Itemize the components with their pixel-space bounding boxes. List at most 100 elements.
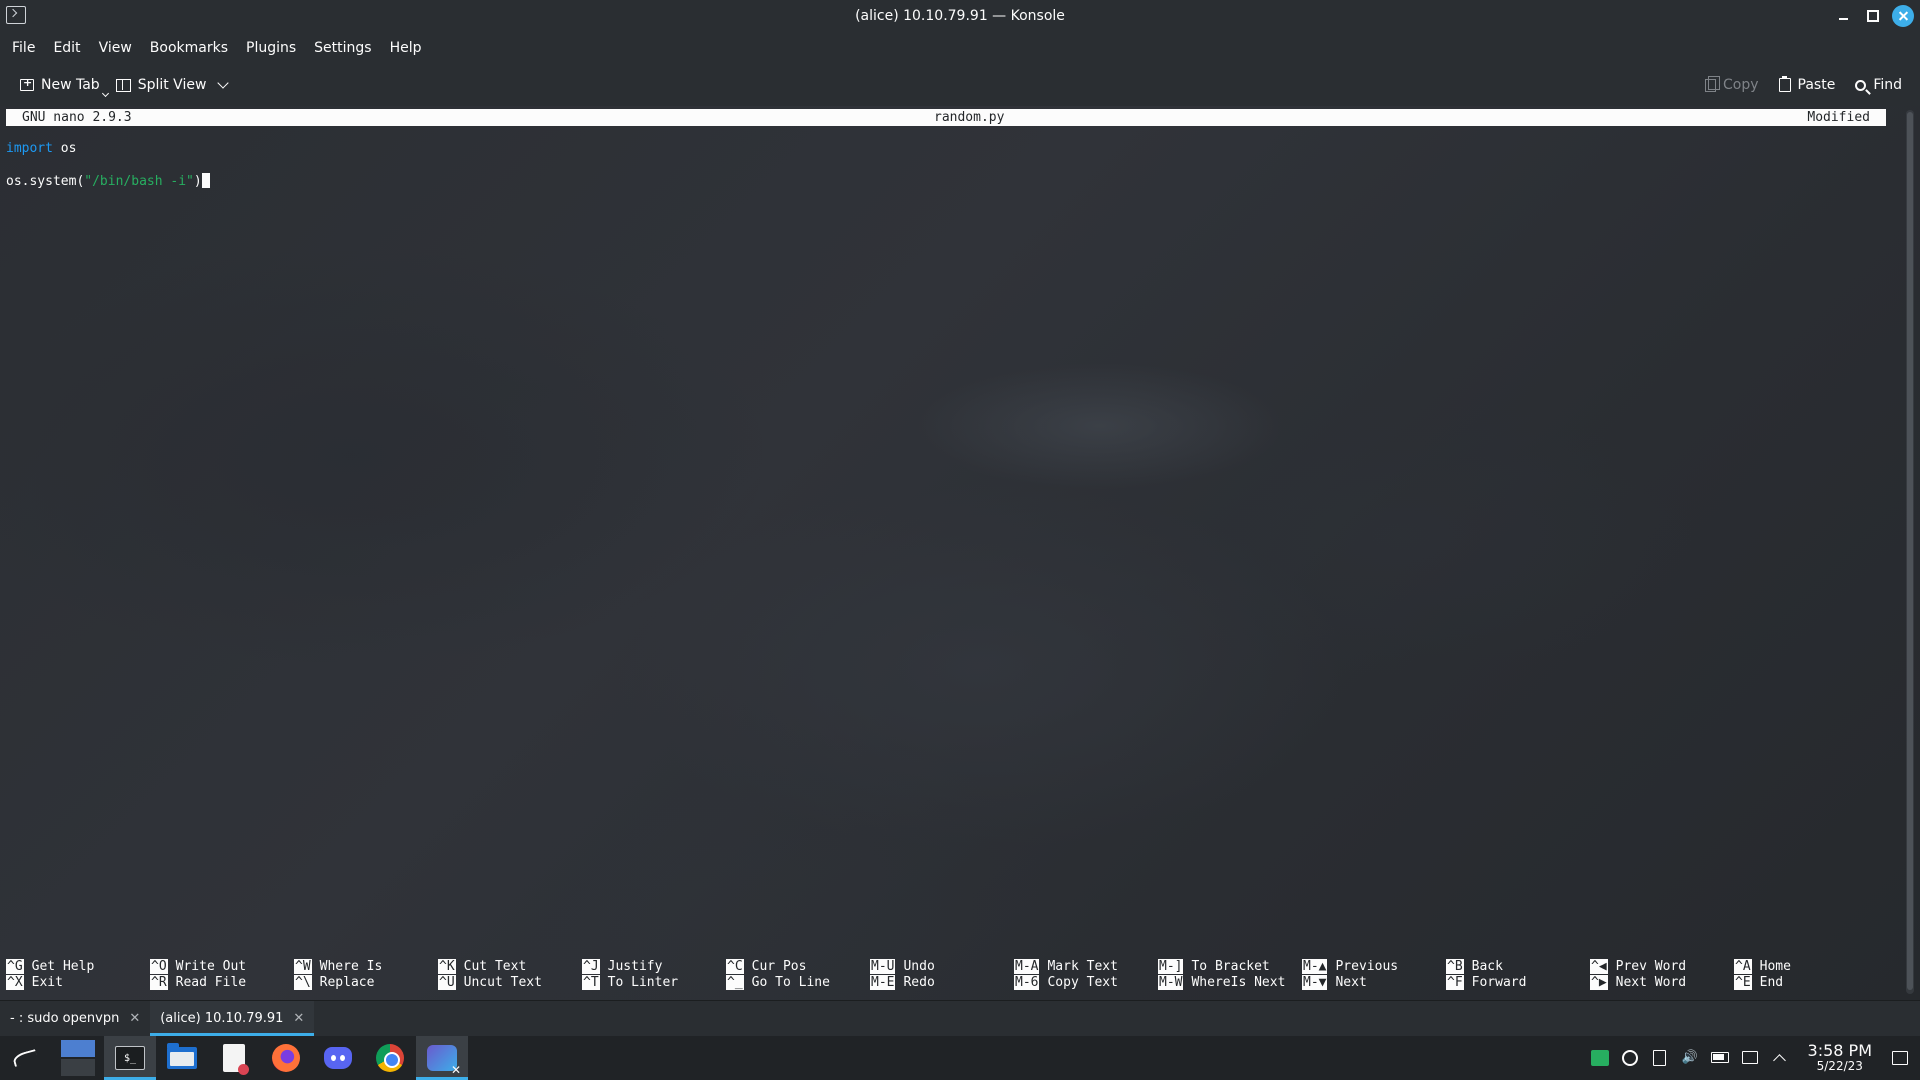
copy-button[interactable]: Copy — [1697, 72, 1767, 98]
shortcut-key: ^E — [1734, 974, 1752, 990]
shortcut-key: ^F — [1446, 974, 1464, 990]
shortcut-label: Uncut Text — [463, 974, 542, 990]
new-tab-icon — [20, 76, 34, 91]
taskbar-text-editor[interactable] — [208, 1036, 260, 1080]
code-text: os.system( — [6, 174, 85, 189]
close-button[interactable] — [1892, 5, 1914, 27]
shortcut-column: M-A Mark Text M-6 Copy Text — [1014, 958, 1158, 990]
menubar: File Edit View Bookmarks Plugins Setting… — [0, 32, 1920, 64]
battery-icon[interactable] — [1710, 1048, 1730, 1068]
network-icon[interactable] — [1590, 1048, 1610, 1068]
taskbar-konsole[interactable]: $_ — [104, 1036, 156, 1080]
expand-tray-icon[interactable] — [1770, 1048, 1790, 1068]
shortcut-key: ^◀ — [1590, 958, 1608, 974]
volume-icon[interactable]: 🔊 — [1680, 1048, 1700, 1068]
shortcut-label: Previous — [1335, 958, 1399, 974]
shortcut-label: Copy Text — [1047, 974, 1118, 990]
shortcut-label: Mark Text — [1047, 958, 1118, 974]
minimize-button[interactable] — [1832, 5, 1854, 27]
shortcut-key: ^K — [438, 958, 456, 974]
code-text: ) — [193, 174, 202, 189]
clipboard-icon[interactable] — [1650, 1048, 1670, 1068]
shortcut-key: ^X — [6, 974, 24, 990]
update-icon[interactable] — [1620, 1048, 1640, 1068]
shortcut-label: Where Is — [319, 958, 383, 974]
desktop-pager[interactable] — [52, 1036, 104, 1080]
terminal-view[interactable]: GNU nano 2.9.3 random.py Modified import… — [0, 106, 1920, 1000]
scrollbar-thumb[interactable] — [1907, 112, 1913, 990]
paste-icon — [1778, 76, 1791, 92]
shortcut-key: ^A — [1734, 958, 1752, 974]
window-title: (alice) 10.10.79.91 — Konsole — [855, 8, 1065, 24]
shortcut-column: ^C Cur Pos ^_ Go To Line — [726, 958, 870, 990]
shortcut-key: M-6 — [1014, 974, 1040, 990]
paste-label: Paste — [1797, 77, 1836, 93]
window-titlebar[interactable]: (alice) 10.10.79.91 — Konsole — [0, 0, 1920, 32]
terminal-icon: $_ — [115, 1046, 145, 1070]
menu-view[interactable]: View — [91, 36, 140, 60]
close-icon[interactable]: ✕ — [129, 1011, 140, 1026]
menu-bookmarks[interactable]: Bookmarks — [142, 36, 236, 60]
taskbar-chrome[interactable] — [364, 1036, 416, 1080]
tab-label: (alice) 10.10.79.91 — [160, 1011, 284, 1026]
tab-alice-session[interactable]: (alice) 10.10.79.91 ✕ — [150, 1001, 315, 1036]
shortcut-key: ^▶ — [1590, 974, 1608, 990]
shortcut-column: ^J Justify ^T To Linter — [582, 958, 726, 990]
tab-sudo-openvpn[interactable]: - : sudo openvpn ✕ — [0, 1001, 150, 1036]
maximize-button[interactable] — [1862, 5, 1884, 27]
new-tab-label: New Tab — [41, 77, 100, 93]
nano-title-bar: GNU nano 2.9.3 random.py Modified — [6, 109, 1886, 126]
taskbar-discord[interactable] — [312, 1036, 364, 1080]
shortcut-label: Replace — [319, 974, 375, 990]
new-tab-button[interactable]: New Tab — [12, 72, 108, 98]
copy-label: Copy — [1723, 77, 1759, 93]
application-launcher[interactable] — [0, 1036, 52, 1080]
shortcut-column: ^G Get Help ^X Exit — [6, 958, 150, 990]
shortcut-label: Go To Line — [751, 974, 830, 990]
shortcut-key: ^U — [438, 974, 456, 990]
find-button[interactable]: Find — [1847, 72, 1910, 98]
shortcut-label: Forward — [1471, 974, 1527, 990]
shortcut-key: M-W — [1158, 974, 1184, 990]
menu-file[interactable]: File — [4, 36, 43, 60]
shortcut-key: ^\ — [294, 974, 312, 990]
shortcut-label: Cur Pos — [751, 958, 807, 974]
vpn-app-icon — [427, 1045, 461, 1077]
clock-time: 3:58 PM — [1807, 1041, 1872, 1061]
taskbar: $_ 🔊 3:58 PM 5/22/23 — [0, 1036, 1920, 1080]
close-icon[interactable]: ✕ — [293, 1011, 304, 1026]
menu-help[interactable]: Help — [382, 36, 430, 60]
menu-plugins[interactable]: Plugins — [238, 36, 304, 60]
shortcut-label: Prev Word — [1615, 958, 1687, 974]
menu-edit[interactable]: Edit — [45, 36, 88, 60]
code-string: "/bin/bash -i" — [84, 174, 194, 189]
chevron-down-icon[interactable] — [217, 77, 230, 89]
code-line-2-text: os.system("/bin/bash -i") — [6, 173, 210, 189]
clock[interactable]: 3:58 PM 5/22/23 — [1807, 1041, 1872, 1072]
paste-button[interactable]: Paste — [1771, 72, 1844, 98]
shortcut-label: Next — [1335, 974, 1367, 990]
shortcut-key: M-A — [1014, 958, 1040, 974]
shortcut-label: Exit — [31, 974, 63, 990]
taskbar-vpn-app[interactable] — [416, 1036, 468, 1080]
shortcut-column: ^K Cut Text ^U Uncut Text — [438, 958, 582, 990]
taskbar-firefox[interactable] — [260, 1036, 312, 1080]
terminal-scrollbar[interactable] — [1906, 110, 1914, 994]
split-view-button[interactable]: Split View — [108, 72, 240, 98]
shortcut-label: Get Help — [31, 958, 95, 974]
chrome-icon — [376, 1044, 404, 1072]
shortcut-key: M-▲ — [1302, 958, 1328, 974]
taskbar-file-manager[interactable] — [156, 1036, 208, 1080]
show-desktop-icon[interactable] — [1890, 1048, 1910, 1068]
code-text: os — [52, 141, 77, 156]
nano-modified-status: Modified — [1807, 110, 1870, 125]
desktop-pager-icon — [61, 1040, 95, 1076]
code-line-1-text: import os — [6, 141, 76, 156]
shortcut-label: Redo — [903, 974, 935, 990]
shortcut-key: ^C — [726, 958, 744, 974]
konsole-icon[interactable] — [6, 6, 26, 24]
split-view-icon — [115, 78, 131, 92]
menu-settings[interactable]: Settings — [306, 36, 379, 60]
display-icon[interactable] — [1740, 1048, 1760, 1068]
